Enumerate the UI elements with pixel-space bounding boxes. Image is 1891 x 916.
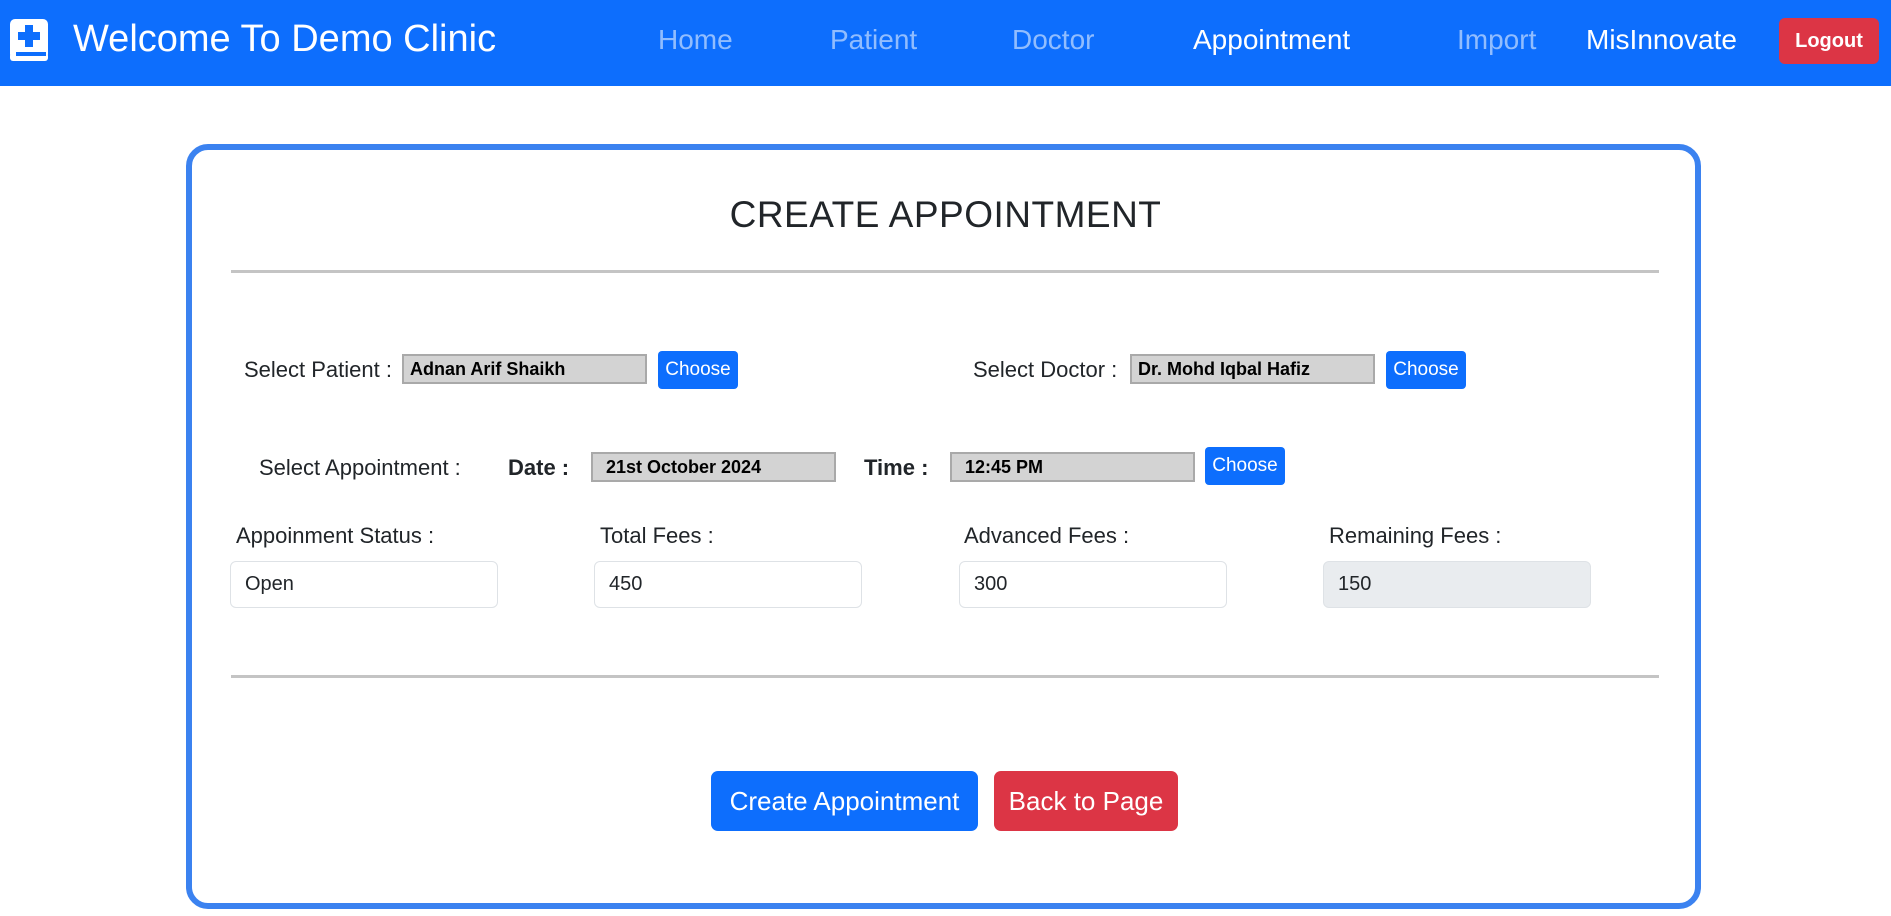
choose-patient-button[interactable]: Choose xyxy=(658,351,738,389)
medical-book-icon xyxy=(10,19,48,61)
top-divider xyxy=(231,270,1659,273)
nav-link-patient[interactable]: Patient xyxy=(830,24,917,56)
brand-title: Welcome To Demo Clinic xyxy=(73,18,497,60)
select-patient-label: Select Patient : xyxy=(244,357,392,382)
appointment-status-label: Appoinment Status : xyxy=(236,523,435,548)
choose-appointment-button[interactable]: Choose xyxy=(1205,447,1285,485)
logout-button[interactable]: Logout xyxy=(1779,18,1879,64)
date-field: 21st October 2024 xyxy=(591,452,836,482)
select-doctor-label: Select Doctor : xyxy=(973,357,1118,382)
doctor-field: Dr. Mohd Iqbal Hafiz xyxy=(1130,354,1375,384)
page-title: CREATE APPOINTMENT xyxy=(729,194,1162,235)
nav-link-home[interactable]: Home xyxy=(658,24,733,56)
remaining-fees-label: Remaining Fees : xyxy=(1329,523,1502,548)
user-name[interactable]: MisInnovate xyxy=(1586,24,1737,56)
create-appointment-button[interactable]: Create Appointment xyxy=(711,771,978,831)
nav-link-import[interactable]: Import xyxy=(1457,24,1536,56)
total-fees-label: Total Fees : xyxy=(600,523,714,548)
top-navbar: Welcome To Demo Clinic Home Patient Doct… xyxy=(0,0,1891,86)
patient-field: Adnan Arif Shaikh xyxy=(402,354,647,384)
advanced-fees-input[interactable] xyxy=(959,561,1227,608)
nav-link-appointment[interactable]: Appointment xyxy=(1193,24,1350,56)
appointment-status-input[interactable] xyxy=(230,561,498,608)
back-to-page-button[interactable]: Back to Page xyxy=(994,771,1178,831)
choose-doctor-button[interactable]: Choose xyxy=(1386,351,1466,389)
select-appointment-label: Select Appointment : xyxy=(259,455,461,480)
total-fees-input[interactable] xyxy=(594,561,862,608)
bottom-divider xyxy=(231,675,1659,678)
date-label: Date : xyxy=(508,455,570,480)
remaining-fees-input xyxy=(1323,561,1591,608)
time-field: 12:45 PM xyxy=(950,452,1195,482)
advanced-fees-label: Advanced Fees : xyxy=(964,523,1130,548)
nav-link-doctor[interactable]: Doctor xyxy=(1012,24,1094,56)
time-label: Time : xyxy=(864,455,929,480)
